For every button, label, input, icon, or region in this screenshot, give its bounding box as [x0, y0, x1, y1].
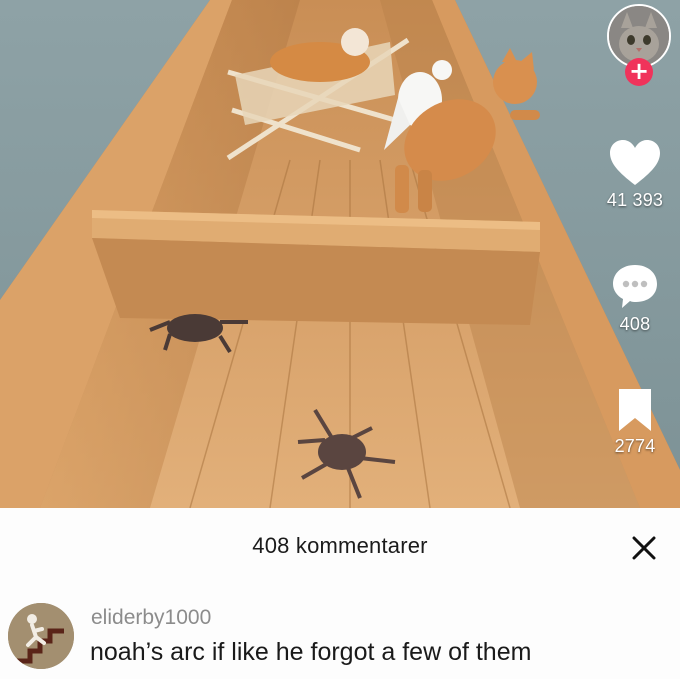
heart-icon: [610, 140, 660, 185]
bookmark-icon: [619, 389, 651, 431]
save-button[interactable]: 2774: [590, 386, 680, 457]
comment-count: 408: [619, 314, 651, 334]
close-button[interactable]: [626, 530, 662, 566]
creator-profile[interactable]: +: [607, 4, 671, 86]
comments-title: 408 kommentarer: [252, 533, 428, 558]
comment-bubble-icon: [613, 265, 657, 308]
close-icon: [632, 536, 656, 560]
follow-button[interactable]: +: [625, 58, 653, 86]
comment-item[interactable]: eliderby1000 noah’s arc if like he forgo…: [0, 600, 680, 679]
save-count: 2774: [614, 436, 656, 456]
like-count: 41 393: [606, 190, 664, 210]
action-rail: + 41 393 408 2774: [570, 0, 680, 508]
tiktok-screen: + 41 393 408 2774 408 kommentarer elider…: [0, 0, 680, 679]
comment-username[interactable]: eliderby1000: [91, 606, 211, 630]
stairs-figure-avatar-icon[interactable]: [8, 603, 74, 669]
comments-sheet: 408 kommentarer eliderby1000 noah’s arc …: [0, 508, 680, 679]
comment-text: noah’s arc if like he forgot a few of th…: [90, 638, 532, 666]
comment-button[interactable]: 408: [590, 262, 680, 335]
video-player[interactable]: + 41 393 408 2774: [0, 0, 680, 508]
like-button[interactable]: 41 393: [590, 138, 680, 211]
